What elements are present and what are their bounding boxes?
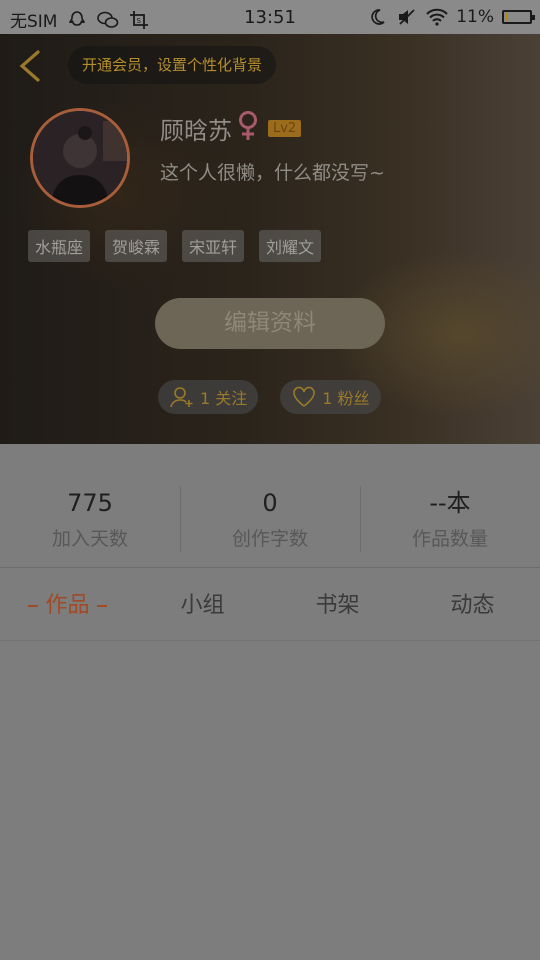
tab-label: 作品 (45, 593, 90, 618)
tag-list: 水瓶座 贺峻霖 宋亚轩 刘耀文 (28, 230, 322, 262)
follow-row: 1 关注 1 粉丝 (158, 380, 381, 414)
moon-icon (366, 6, 388, 28)
tab-indicator-right (96, 605, 107, 607)
user-name: 顾晗苏 (160, 116, 232, 145)
stats-row: 775 加入天数 0 创作字数 --本 作品数量 (0, 444, 540, 568)
tag-item[interactable]: 刘耀文 (259, 230, 322, 262)
tab-indicator-left (28, 605, 39, 607)
name-row: 顾晗苏 Lv2 (160, 110, 302, 146)
user-bio: 这个人很懒，什么都没写~ (160, 162, 385, 184)
followers-button[interactable]: 1 粉丝 (280, 380, 381, 414)
stat-word-count: 0 创作字数 (180, 444, 360, 567)
status-bar: 无SIM S 13:51 11% (0, 0, 540, 34)
stat-label: 作品数量 (411, 528, 488, 550)
tag-item[interactable]: 贺峻霖 (105, 230, 168, 262)
stat-value: --本 (429, 489, 471, 517)
level-badge: Lv2 (268, 119, 302, 137)
works-content-area (0, 642, 540, 960)
profile-header: 开通会员，设置个性化背景 顾晗苏 Lv2 这个人很懒，什么都没写~ 水瓶座 贺峻… (0, 34, 540, 444)
add-user-icon (170, 387, 193, 408)
heart-icon (293, 386, 316, 407)
tab-label: 小组 (180, 593, 225, 618)
wifi-icon (426, 6, 448, 28)
followers-count: 1 粉丝 (322, 389, 370, 408)
stat-works-count: --本 作品数量 (360, 444, 540, 567)
stat-value: 775 (67, 489, 113, 517)
tab-bar: 作品 小组 书架 动态 (0, 569, 540, 641)
stat-value: 0 (262, 489, 278, 517)
stat-label: 创作字数 (231, 528, 308, 550)
tab-works[interactable]: 作品 (0, 569, 135, 640)
tab-label: 动态 (450, 593, 495, 618)
stat-join-days: 775 加入天数 (0, 444, 180, 567)
chevron-left-icon (19, 50, 40, 82)
vip-background-prompt[interactable]: 开通会员，设置个性化背景 (68, 46, 277, 84)
avatar-photo (33, 111, 127, 205)
mute-icon (396, 6, 418, 28)
battery-icon (502, 10, 535, 24)
following-count: 1 关注 (200, 389, 248, 408)
back-button[interactable] (16, 48, 44, 84)
tag-item[interactable]: 宋亚轩 (182, 230, 245, 262)
edit-profile-button[interactable]: 编辑资料 (155, 298, 385, 349)
battery-percent: 11% (456, 7, 494, 27)
avatar[interactable] (30, 108, 130, 208)
tab-activity[interactable]: 动态 (405, 569, 540, 640)
tag-item[interactable]: 水瓶座 (28, 230, 91, 262)
following-button[interactable]: 1 关注 (158, 380, 259, 414)
tab-groups[interactable]: 小组 (135, 569, 270, 640)
tab-label: 书架 (315, 593, 360, 618)
gender-female-icon (236, 110, 260, 146)
tab-bookshelf[interactable]: 书架 (270, 569, 405, 640)
battery-fill (505, 13, 508, 21)
stat-label: 加入天数 (51, 528, 128, 550)
